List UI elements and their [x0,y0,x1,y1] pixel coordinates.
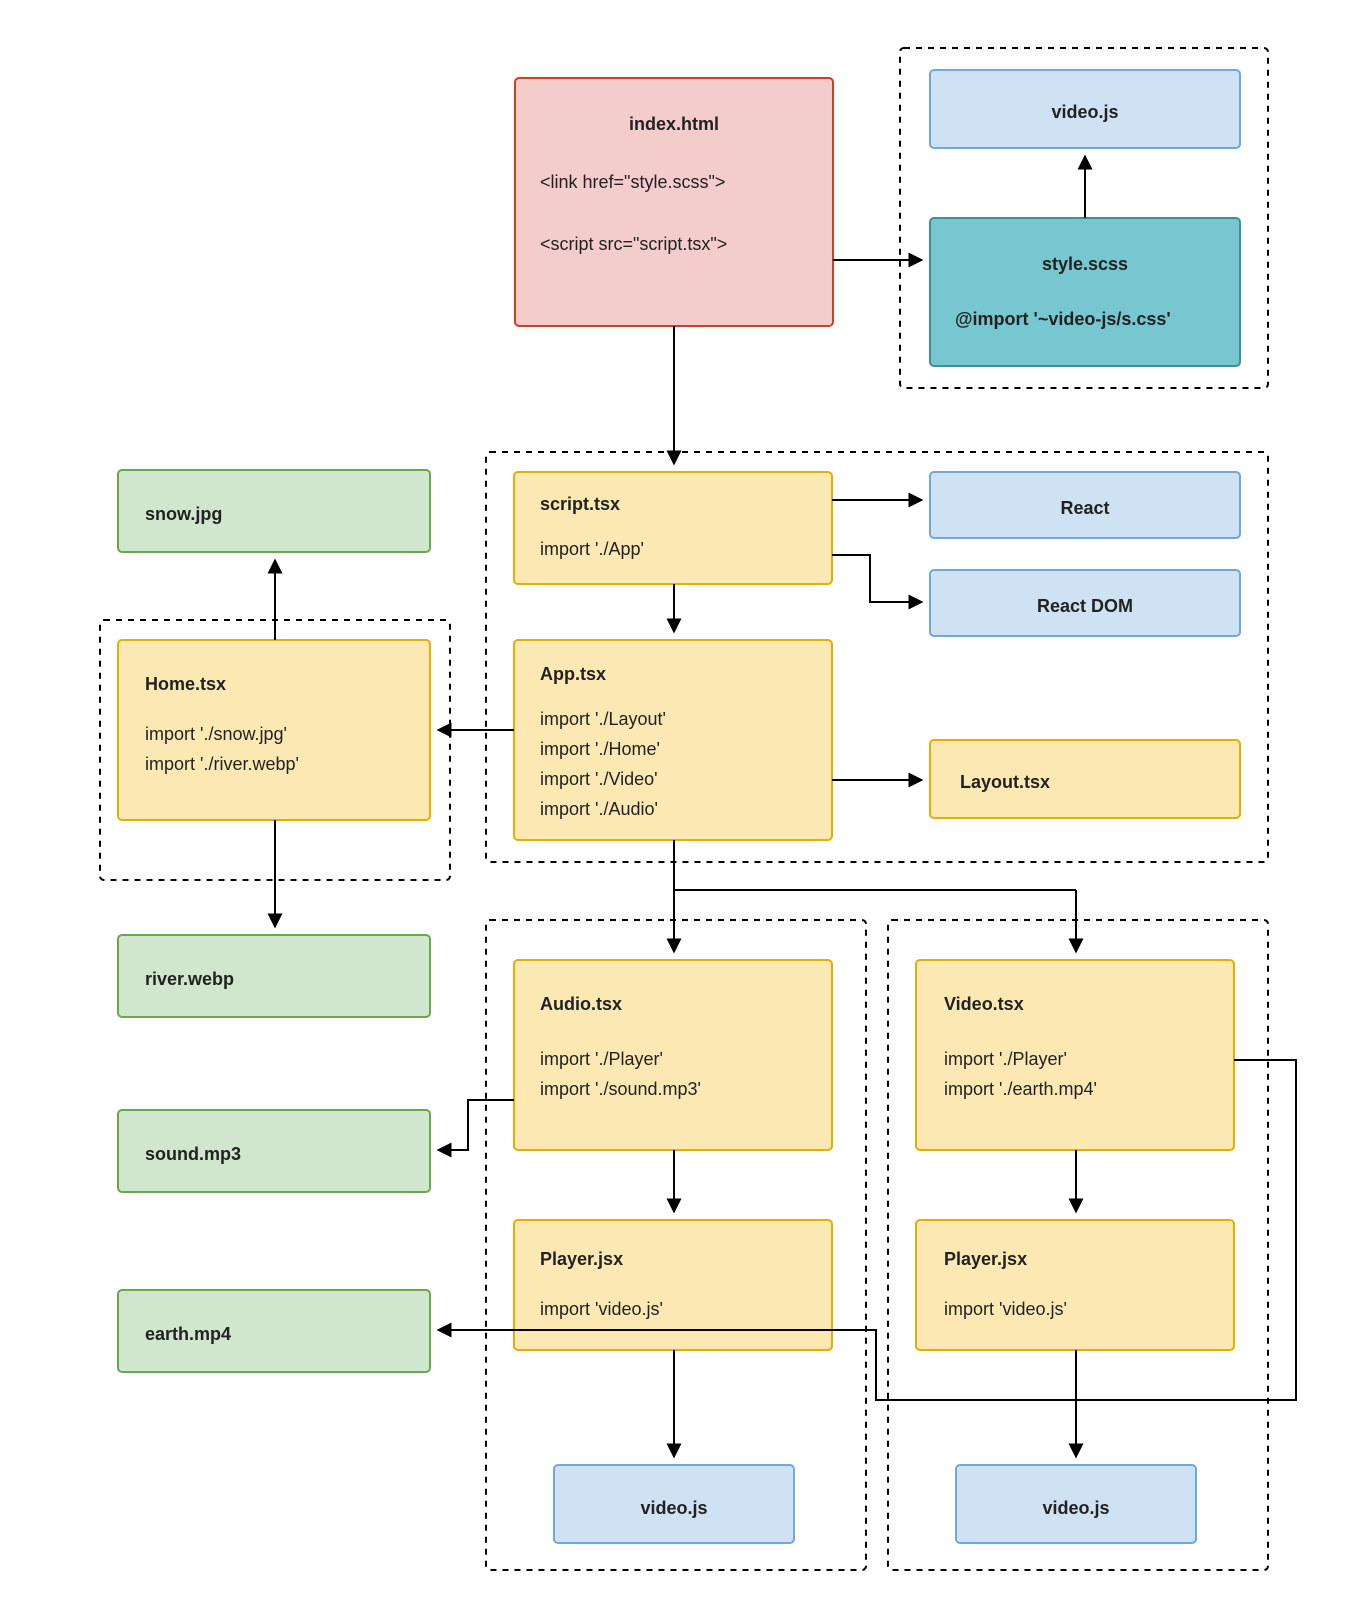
earth-title: earth.mp4 [145,1324,231,1344]
app-line2: import './Home' [540,739,660,759]
node-snow: snow.jpg [118,470,430,552]
video-line2: import './earth.mp4' [944,1079,1097,1099]
player-v-title: Player.jsx [944,1249,1027,1269]
node-layout: Layout.tsx [930,740,1240,818]
node-sound: sound.mp3 [118,1110,430,1192]
node-style: style.scss @import '~video-js/s.css' [930,218,1240,366]
app-line3: import './Video' [540,769,658,789]
node-player-video: Player.jsx import 'video.js' [916,1220,1234,1350]
video-line1: import './Player' [944,1049,1067,1069]
index-line2: <script src="script.tsx"> [540,234,727,254]
snow-title: snow.jpg [145,504,222,524]
node-videojs-audio: video.js [554,1465,794,1543]
react-title: React [1060,498,1109,518]
app-title: App.tsx [540,664,606,684]
videojs-top-title: video.js [1051,102,1118,122]
node-reactdom: React DOM [930,570,1240,636]
node-audio: Audio.tsx import './Player' import './so… [514,960,832,1150]
node-react: React [930,472,1240,538]
layout-title: Layout.tsx [960,772,1050,792]
player-v-line1: import 'video.js' [944,1299,1067,1319]
river-title: river.webp [145,969,234,989]
node-script: script.tsx import './App' [514,472,832,584]
node-video: Video.tsx import './Player' import './ea… [916,960,1234,1150]
reactdom-title: React DOM [1037,596,1133,616]
style-title: style.scss [1042,254,1128,274]
video-title: Video.tsx [944,994,1024,1014]
arrow-app-split [674,840,1076,890]
index-title: index.html [629,114,719,134]
player-a-line1: import 'video.js' [540,1299,663,1319]
node-app: App.tsx import './Layout' import './Home… [514,640,832,840]
home-line1: import './snow.jpg' [145,724,287,744]
home-line2: import './river.webp' [145,754,299,774]
audio-title: Audio.tsx [540,994,622,1014]
node-home: Home.tsx import './snow.jpg' import './r… [118,640,430,820]
app-line4: import './Audio' [540,799,658,819]
app-line1: import './Layout' [540,709,666,729]
player-a-title: Player.jsx [540,1249,623,1269]
node-earth: earth.mp4 [118,1290,430,1372]
sound-title: sound.mp3 [145,1144,241,1164]
audio-line1: import './Player' [540,1049,663,1069]
home-title: Home.tsx [145,674,226,694]
node-index: index.html <link href="style.scss"> <scr… [515,78,833,326]
node-river: river.webp [118,935,430,1017]
videojs-v-title: video.js [1042,1498,1109,1518]
videojs-a-title: video.js [640,1498,707,1518]
arrow-script-reactdom [832,555,922,602]
index-line1: <link href="style.scss"> [540,172,725,192]
style-line1: @import '~video-js/s.css' [955,309,1171,329]
node-videojs-video: video.js [956,1465,1196,1543]
script-title: script.tsx [540,494,620,514]
script-line1: import './App' [540,539,644,559]
audio-line2: import './sound.mp3' [540,1079,701,1099]
arrow-audio-sound [438,1100,514,1150]
node-videojs-top: video.js [930,70,1240,148]
